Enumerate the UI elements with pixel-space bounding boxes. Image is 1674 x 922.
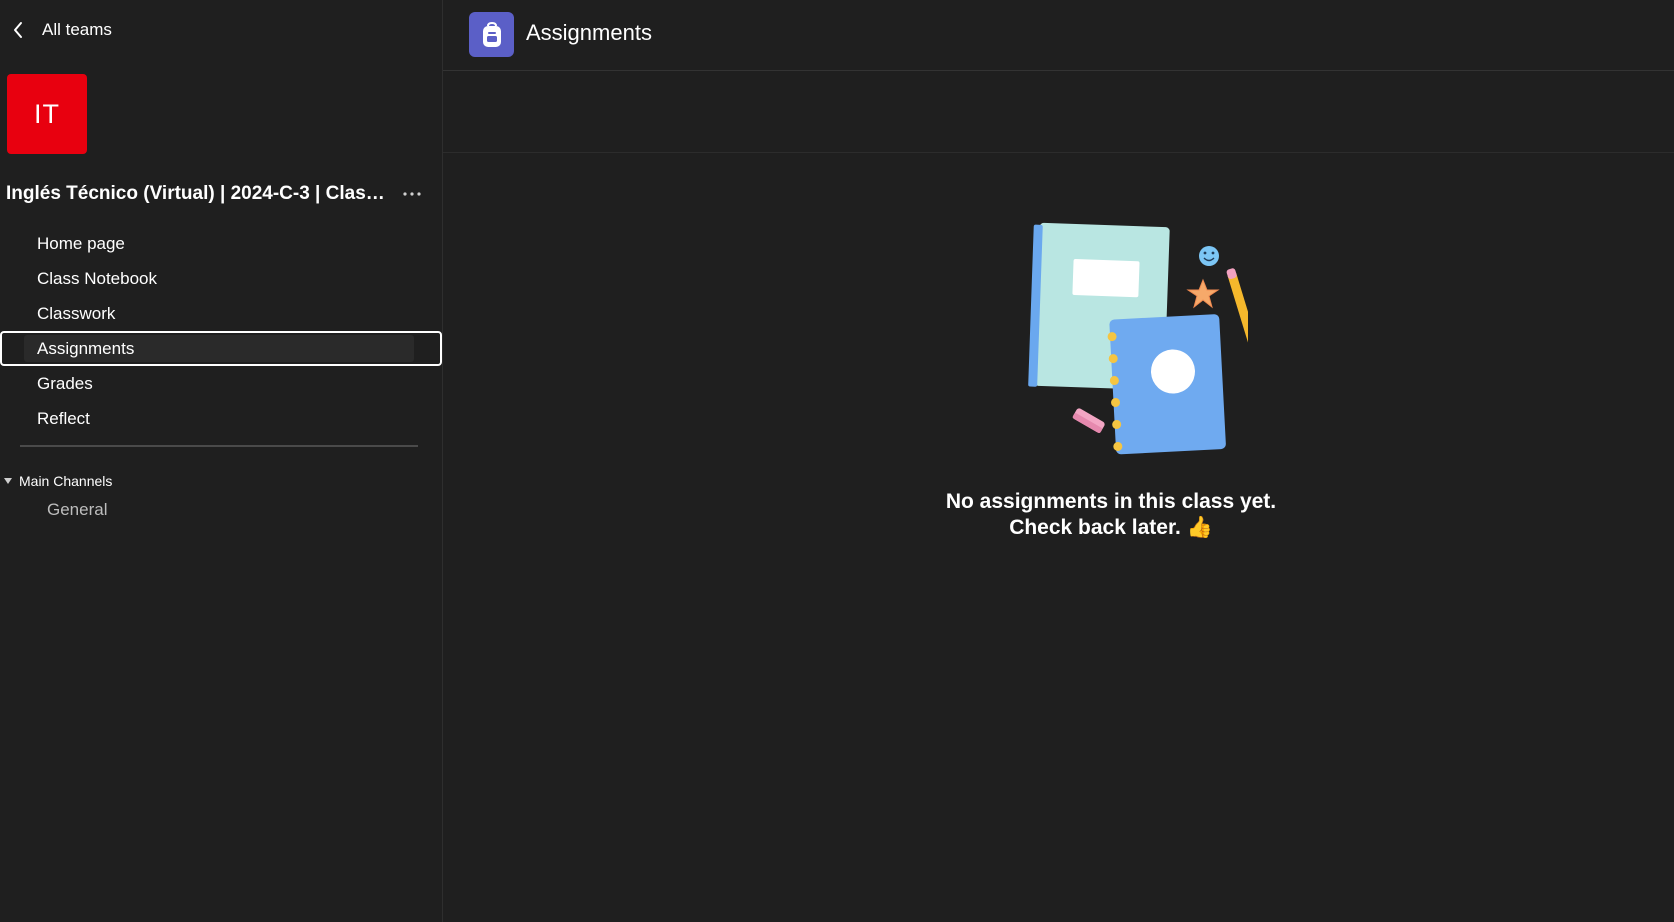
- empty-state-line-2: Check back later. 👍: [893, 515, 1329, 541]
- page-title: Assignments: [526, 20, 652, 45]
- more-icon: [403, 192, 421, 196]
- more-options-button[interactable]: [401, 183, 423, 205]
- empty-state-line-2-text: Check back later.: [1009, 516, 1181, 539]
- nav-item-grades[interactable]: Grades: [0, 366, 443, 401]
- team-name-row: Inglés Técnico (Virtual) | 2024-C-3 | Cl…: [6, 180, 426, 208]
- toolbar-area: [443, 71, 1674, 153]
- section-header-label: Main Channels: [19, 473, 113, 489]
- chevron-left-icon: [12, 21, 24, 39]
- back-to-all-teams-button[interactable]: All teams: [12, 14, 112, 46]
- nav-item-assignments[interactable]: Assignments: [0, 331, 442, 366]
- teams-app: All teams IT Inglés Técnico (Virtual) | …: [0, 0, 1674, 922]
- nav-item-label: Home page: [37, 233, 125, 253]
- nav-item-label: Class Notebook: [37, 268, 158, 288]
- empty-state-message: No assignments in this class yet. Check …: [893, 489, 1329, 541]
- main-content: Assignments No assignments in this class…: [443, 0, 1674, 922]
- smiley-icon: [1199, 246, 1219, 266]
- empty-state-illustration: [1018, 222, 1264, 467]
- caret-down-icon: [4, 478, 12, 484]
- team-nav: Home page Class Notebook Classwork Assig…: [0, 226, 443, 436]
- thumbs-up-icon: 👍: [1186, 516, 1213, 539]
- nav-item-classwork[interactable]: Classwork: [0, 296, 443, 331]
- nav-item-label: Assignments: [37, 338, 135, 358]
- app-header: Assignments: [443, 0, 1674, 71]
- channel-item-general[interactable]: General: [47, 500, 107, 520]
- nav-item-label: Reflect: [37, 408, 90, 428]
- spiral-notebook-icon: [1107, 314, 1226, 455]
- back-label: All teams: [42, 20, 112, 39]
- nav-item-reflect[interactable]: Reflect: [0, 401, 443, 436]
- nav-item-label: Grades: [37, 373, 93, 393]
- sidebar-divider: [20, 445, 418, 447]
- main-channels-toggle[interactable]: Main Channels: [3, 473, 112, 489]
- empty-state-line-1: No assignments in this class yet.: [945, 490, 1277, 513]
- pencil-icon: [1226, 268, 1264, 376]
- sidebar: All teams IT Inglés Técnico (Virtual) | …: [0, 0, 443, 922]
- star-icon: [1186, 278, 1220, 309]
- team-avatar: IT: [7, 74, 87, 154]
- eraser-icon: [1072, 408, 1105, 433]
- nav-item-class-notebook[interactable]: Class Notebook: [0, 261, 443, 296]
- backpack-icon: [469, 12, 514, 57]
- nav-item-label: Classwork: [37, 303, 116, 323]
- team-name[interactable]: Inglés Técnico (Virtual) | 2024-C-3 | Cl…: [6, 183, 391, 205]
- nav-item-home-page[interactable]: Home page: [0, 226, 443, 261]
